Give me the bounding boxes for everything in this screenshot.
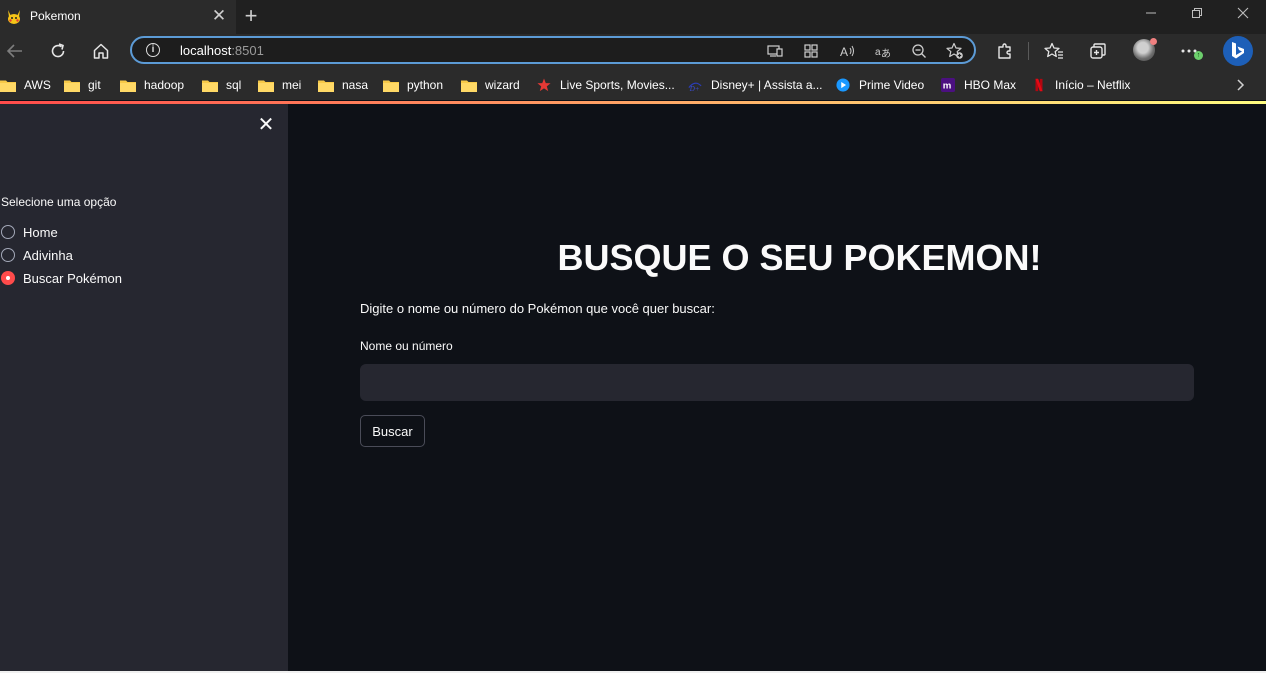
- url-host: localhost: [180, 43, 232, 58]
- bookmark-hadoop[interactable]: hadoop: [120, 77, 184, 93]
- radio-button-selected[interactable]: [1, 271, 15, 285]
- star-icon: [537, 78, 551, 92]
- prime-video-icon: [836, 78, 850, 92]
- bookmark-netflix[interactable]: Início – Netflix: [1031, 77, 1130, 93]
- bookmark-nasa[interactable]: nasa: [318, 77, 368, 93]
- tab-close-icon[interactable]: ✕: [209, 6, 229, 26]
- bookmark-label: python: [407, 78, 444, 92]
- bookmark-label: wizard: [485, 78, 520, 92]
- site-info-icon[interactable]: i: [146, 43, 160, 57]
- bookmark-prime-video[interactable]: Prime Video: [835, 77, 924, 93]
- bookmark-label: git: [88, 78, 101, 92]
- netflix-icon: [1035, 78, 1043, 92]
- zoom-out-icon[interactable]: [908, 40, 930, 62]
- folder-icon: [258, 80, 274, 92]
- refresh-icon[interactable]: [46, 39, 70, 63]
- pikachu-favicon-icon: [8, 10, 20, 24]
- restore-icon[interactable]: [1182, 6, 1212, 28]
- radio-option-label: Buscar Pokémon: [23, 270, 122, 286]
- bookmark-label: HBO Max: [964, 78, 1017, 92]
- chevron-right-icon[interactable]: [1232, 77, 1248, 93]
- folder-icon: [383, 80, 399, 92]
- bookmark-label: mei: [282, 78, 302, 92]
- bookmark-label: sql: [226, 78, 242, 92]
- extensions-icon[interactable]: [993, 39, 1017, 63]
- folder-icon: [318, 80, 334, 92]
- read-aloud-icon[interactable]: A: [836, 40, 858, 62]
- browser-tab[interactable]: Pokemon ✕: [0, 0, 236, 34]
- svg-text:A: A: [840, 45, 848, 59]
- url-text[interactable]: localhost:8501: [180, 43, 264, 58]
- profile-status-dot: [1150, 38, 1157, 45]
- svg-text:m: m: [943, 81, 952, 92]
- disney-icon: D+: [688, 82, 702, 92]
- bing-copilot-icon[interactable]: [1223, 36, 1253, 66]
- radio-option-buscar-pokemon[interactable]: Buscar Pokémon: [1, 268, 122, 288]
- apps-grid-icon[interactable]: [800, 40, 822, 62]
- radio-option-label: Adivinha: [23, 247, 73, 263]
- radio-option-home[interactable]: Home: [1, 222, 58, 242]
- page-title: BUSQUE O SEU POKEMON!: [288, 237, 1266, 279]
- bookmark-wizard[interactable]: wizard: [461, 77, 520, 93]
- tab-title: Pokemon: [30, 9, 81, 23]
- translate-icon[interactable]: aあ: [872, 40, 894, 62]
- bookmark-hbo-max[interactable]: m HBO Max: [940, 77, 1016, 93]
- radio-option-adivinha[interactable]: Adivinha: [1, 245, 73, 265]
- main-content: BUSQUE O SEU POKEMON! Digite o nome ou n…: [288, 104, 1266, 673]
- svg-text:あ: あ: [881, 48, 891, 59]
- svg-text:D+: D+: [689, 85, 700, 92]
- close-sidebar-icon[interactable]: ✕: [257, 115, 275, 135]
- bookmark-disney[interactable]: D+ Disney+ | Assista a...: [687, 77, 823, 93]
- bookmark-label: Disney+ | Assista a...: [711, 78, 823, 92]
- folder-icon: [120, 80, 136, 92]
- address-bar[interactable]: i localhost:8501 A aあ: [130, 36, 976, 64]
- bookmark-label: nasa: [342, 78, 369, 92]
- hbo-max-icon: m: [941, 78, 955, 92]
- new-tab-icon[interactable]: +: [240, 5, 262, 27]
- bookmark-python[interactable]: python: [383, 77, 443, 93]
- minimize-icon[interactable]: [1136, 6, 1166, 28]
- folder-icon: [461, 80, 477, 92]
- bookmark-sql[interactable]: sql: [202, 77, 241, 93]
- bookmark-label: Prime Video: [859, 78, 925, 92]
- bookmarks-bar: AWS git hadoop sql mei nasa python wizar…: [0, 69, 1266, 100]
- back-icon[interactable]: [3, 39, 27, 63]
- bookmark-label: Live Sports, Movies...: [560, 78, 675, 92]
- radio-option-label: Home: [23, 224, 58, 240]
- favorites-icon[interactable]: [1042, 39, 1066, 63]
- folder-icon: [202, 80, 218, 92]
- collections-icon[interactable]: [1086, 39, 1110, 63]
- folder-icon: [64, 80, 80, 92]
- add-favorite-icon[interactable]: [944, 40, 966, 62]
- radio-group-label: Selecione uma opção: [1, 195, 117, 209]
- description-text: Digite o nome ou número do Pokémon que v…: [360, 301, 715, 316]
- search-button[interactable]: Buscar: [360, 415, 425, 447]
- close-window-icon[interactable]: [1228, 6, 1258, 28]
- search-input-label: Nome ou número: [360, 339, 453, 353]
- search-input[interactable]: [360, 364, 1194, 401]
- bookmark-live-sports[interactable]: Live Sports, Movies...: [536, 77, 675, 93]
- bookmark-mei[interactable]: mei: [258, 77, 301, 93]
- bookmark-git[interactable]: git: [64, 77, 101, 93]
- app-available-icon[interactable]: [764, 40, 786, 62]
- browser-toolbar: i localhost:8501 A aあ ↑: [0, 34, 1266, 69]
- sidebar: ✕ Selecione uma opção Home Adivinha Busc…: [0, 104, 288, 673]
- tab-strip: Pokemon ✕ +: [0, 0, 1266, 34]
- radio-button[interactable]: [1, 248, 15, 262]
- radio-button[interactable]: [1, 225, 15, 239]
- profile-avatar[interactable]: [1133, 38, 1157, 61]
- home-icon[interactable]: [89, 39, 113, 63]
- bookmark-label: Início – Netflix: [1055, 78, 1131, 92]
- folder-icon: [0, 80, 16, 92]
- page-title-text: BUSQUE O SEU POKEMON!: [557, 237, 1042, 278]
- update-badge-icon: ↑: [1194, 51, 1203, 60]
- toolbar-divider: [1028, 42, 1029, 60]
- url-port: :8501: [231, 43, 264, 58]
- bookmark-label: hadoop: [144, 78, 185, 92]
- bookmark-label: AWS: [24, 78, 51, 92]
- bookmark-aws[interactable]: AWS: [0, 77, 51, 93]
